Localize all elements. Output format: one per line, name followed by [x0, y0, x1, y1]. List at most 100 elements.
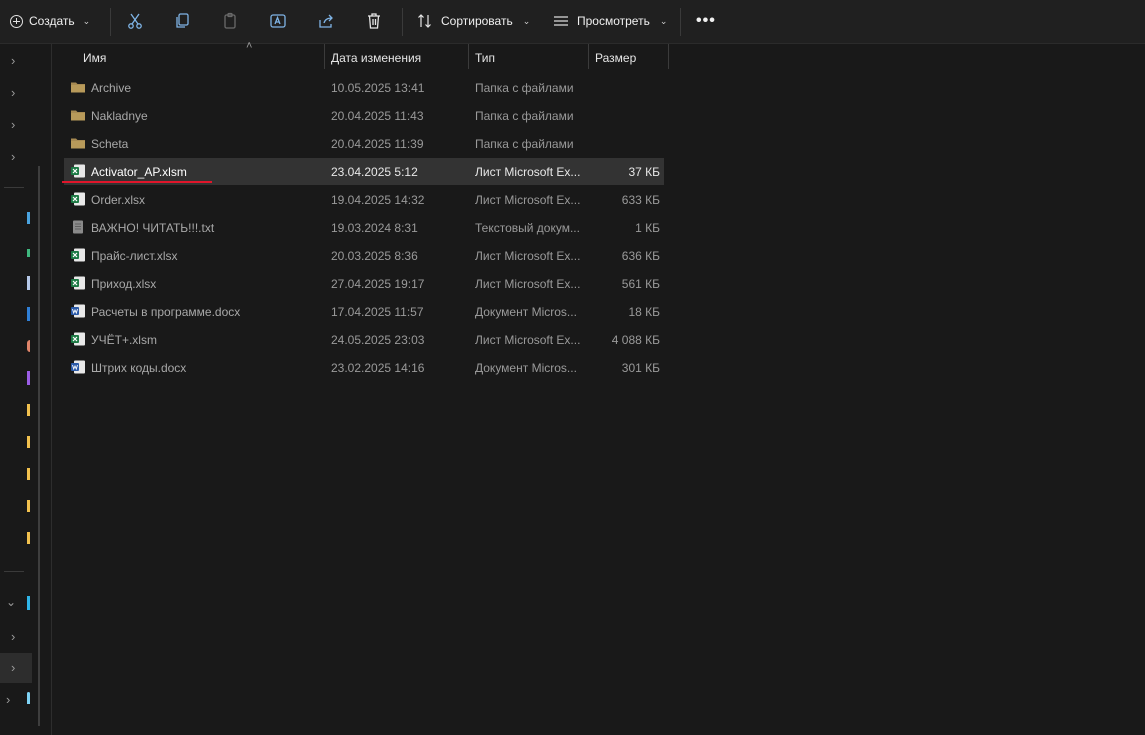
file-type: Папка с файлами — [475, 137, 574, 151]
nav-item-icon[interactable] — [27, 596, 30, 610]
file-row[interactable]: Order.xlsx 19.04.2025 14:32 Лист Microsoft… — [64, 186, 664, 213]
nav-item-icon[interactable] — [27, 212, 30, 224]
sort-icon — [418, 14, 431, 28]
delete-icon — [368, 13, 380, 29]
nav-expand-chevron-icon[interactable]: › — [11, 149, 15, 164]
create-label: Создать — [29, 14, 75, 28]
nav-expand-chevron-icon[interactable]: › — [6, 692, 10, 707]
file-name: Приход.xlsx — [91, 277, 157, 291]
file-name: Прайс-лист.xlsx — [91, 249, 178, 263]
nav-expand-chevron-icon[interactable]: › — [11, 660, 15, 675]
delete-button[interactable] — [364, 11, 384, 31]
file-row[interactable]: Приход.xlsx 27.04.2025 19:17 Лист Microsof… — [64, 270, 664, 297]
file-type: Папка с файлами — [475, 81, 574, 95]
nav-expand-chevron-icon[interactable]: › — [11, 85, 15, 100]
rename-button[interactable] — [268, 11, 288, 31]
column-header-row: ˄ Имя Дата изменения Тип Размер — [52, 40, 672, 69]
folder-icon[interactable] — [27, 404, 30, 416]
file-row[interactable]: УЧЁТ+.xlsm 24.05.2025 23:03 Лист Microsoft… — [64, 326, 664, 353]
file-date-modified: 20.04.2025 11:39 — [331, 137, 424, 151]
excel-file-icon — [70, 163, 86, 179]
file-name: Nakladnye — [91, 109, 148, 123]
chevron-down-icon: ⌄ — [659, 15, 668, 26]
file-row[interactable]: Archive 10.05.2025 13:41 Папка с файлами — [64, 74, 664, 101]
file-row[interactable]: Activator_AP.xlsm 23.04.2025 5:12 Лист Mic… — [62, 158, 664, 185]
toolbar-separator — [680, 8, 681, 36]
sort-label: Сортировать — [441, 14, 513, 28]
plus-circle-icon — [10, 14, 23, 28]
column-header-type[interactable]: Тип — [475, 51, 495, 65]
paste-button[interactable] — [220, 11, 240, 31]
file-row[interactable]: ВАЖНО! ЧИТАТЬ!!!.txt 19.03.2024 8:31 Текст… — [64, 214, 664, 241]
file-type: Лист Microsoft Ex... — [475, 277, 581, 291]
text-file-icon — [70, 219, 86, 235]
column-divider[interactable] — [668, 44, 669, 69]
column-divider[interactable] — [588, 44, 589, 69]
file-name: Расчеты в программе.docx — [91, 305, 241, 319]
file-size: 1 КБ — [635, 221, 660, 235]
file-name: Scheta — [91, 137, 129, 151]
share-icon — [319, 14, 333, 28]
sort-button[interactable]: Сортировать ⌄ — [417, 11, 530, 31]
folder-icon[interactable] — [27, 468, 30, 480]
file-date-modified: 19.03.2024 8:31 — [331, 221, 418, 235]
nav-expand-chevron-icon[interactable]: › — [11, 117, 15, 132]
file-type: Текстовый докум... — [475, 221, 580, 235]
nav-divider — [4, 187, 24, 188]
excel-file-icon — [70, 331, 86, 347]
nav-expand-chevron-icon[interactable]: › — [11, 53, 15, 68]
file-type: Папка с файлами — [475, 109, 574, 123]
sort-ascending-icon: ˄ — [246, 40, 253, 52]
file-row[interactable]: Расчеты в программе.docx 17.04.2025 11:57… — [64, 298, 664, 325]
column-divider[interactable] — [468, 44, 469, 69]
rename-icon — [270, 14, 286, 28]
folder-icon — [70, 79, 86, 95]
file-date-modified: 23.04.2025 5:12 — [331, 165, 418, 179]
nav-item-icon[interactable] — [27, 307, 30, 321]
file-type: Документ Micros... — [475, 361, 577, 375]
column-header-size[interactable]: Размер — [595, 51, 636, 65]
nav-item-icon[interactable] — [27, 371, 30, 385]
folder-icon[interactable] — [27, 436, 30, 448]
file-row[interactable]: Штрих коды.docx 23.02.2025 14:16 Документ … — [64, 354, 664, 381]
file-name: Штрих коды.docx — [91, 361, 187, 375]
excel-file-icon — [70, 247, 86, 263]
file-date-modified: 19.04.2025 14:32 — [331, 193, 425, 207]
cut-button[interactable] — [125, 11, 145, 31]
word-file-icon — [70, 359, 86, 375]
folder-icon[interactable] — [27, 532, 30, 544]
file-type: Документ Micros... — [475, 305, 577, 319]
copy-button[interactable] — [172, 11, 192, 31]
file-row[interactable]: Nakladnye 20.04.2025 11:43 Папка с файлами — [64, 102, 664, 129]
file-date-modified: 20.04.2025 11:43 — [331, 109, 424, 123]
file-date-modified: 17.04.2025 11:57 — [331, 305, 424, 319]
view-icon — [554, 16, 568, 26]
more-options-button[interactable]: ••• — [696, 12, 716, 30]
nav-collapse-chevron-icon[interactable]: ⌄ — [6, 595, 16, 609]
file-name: Order.xlsx — [91, 193, 146, 207]
nav-item-icon[interactable] — [27, 276, 30, 290]
view-button[interactable]: Просмотреть ⌄ — [553, 11, 667, 31]
navigation-pane: › › › › ⌄ › › › — [0, 44, 52, 735]
create-button[interactable]: Создать ⌄ — [10, 11, 90, 31]
column-header-name[interactable]: Имя — [83, 51, 106, 65]
share-button[interactable] — [316, 11, 336, 31]
nav-selected-row[interactable] — [0, 653, 32, 683]
nav-scrollbar[interactable] — [38, 166, 40, 726]
column-header-date[interactable]: Дата изменения — [331, 51, 421, 65]
file-row[interactable]: Scheta 20.04.2025 11:39 Папка с файлами — [64, 130, 664, 157]
nav-item-icon[interactable] — [27, 692, 30, 704]
file-date-modified: 24.05.2025 23:03 — [331, 333, 425, 347]
view-label: Просмотреть — [577, 14, 650, 28]
chevron-down-icon: ⌄ — [82, 15, 91, 26]
nav-item-icon[interactable] — [27, 249, 30, 257]
file-size: 18 КБ — [628, 305, 660, 319]
paste-icon — [224, 12, 236, 29]
copy-icon — [176, 13, 189, 28]
file-row[interactable]: Прайс-лист.xlsx 20.03.2025 8:36 Лист Micro… — [64, 242, 664, 269]
folder-icon[interactable] — [27, 500, 30, 512]
nav-item-icon[interactable] — [27, 340, 30, 352]
nav-expand-chevron-icon[interactable]: › — [11, 629, 15, 644]
column-divider[interactable] — [324, 44, 325, 69]
file-type: Лист Microsoft Ex... — [475, 249, 581, 263]
